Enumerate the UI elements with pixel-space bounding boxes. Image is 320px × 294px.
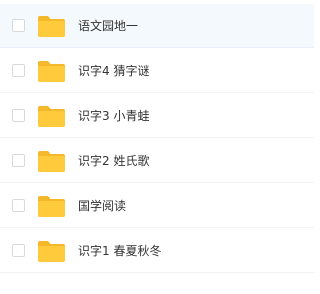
file-name[interactable]: 识字4 猜字谜 [78,64,149,78]
file-name[interactable]: 识字2 姓氏歌 [78,154,149,168]
folder-icon [38,195,65,217]
file-name[interactable]: 识字3 小青蛙 [78,109,149,123]
folder-icon [38,240,65,262]
file-name[interactable]: 国学阅读 [78,199,126,213]
row-checkbox[interactable] [12,244,25,257]
file-list: 语文园地一 识字4 猜字谜 识字3 小青蛙 识字2 姓氏歌 国学阅读 识字1 春… [0,0,314,294]
file-row[interactable]: 识字1 春夏秋冬 [0,229,314,273]
folder-icon [38,15,65,37]
file-row[interactable]: 国学阅读 [0,184,314,228]
file-row[interactable]: 识字3 小青蛙 [0,94,314,138]
file-row[interactable]: 语文园地一 [0,4,314,48]
folder-icon [38,105,65,127]
row-checkbox[interactable] [12,109,25,122]
row-checkbox[interactable] [12,64,25,77]
file-name[interactable]: 语文园地一 [78,19,138,33]
file-row[interactable]: 识字2 姓氏歌 [0,139,314,183]
row-checkbox[interactable] [12,199,25,212]
folder-icon [38,150,65,172]
folder-icon [38,60,65,82]
file-name[interactable]: 识字1 春夏秋冬 [78,244,161,258]
file-row[interactable]: 识字4 猜字谜 [0,49,314,93]
row-checkbox[interactable] [12,154,25,167]
row-checkbox[interactable] [12,19,25,32]
